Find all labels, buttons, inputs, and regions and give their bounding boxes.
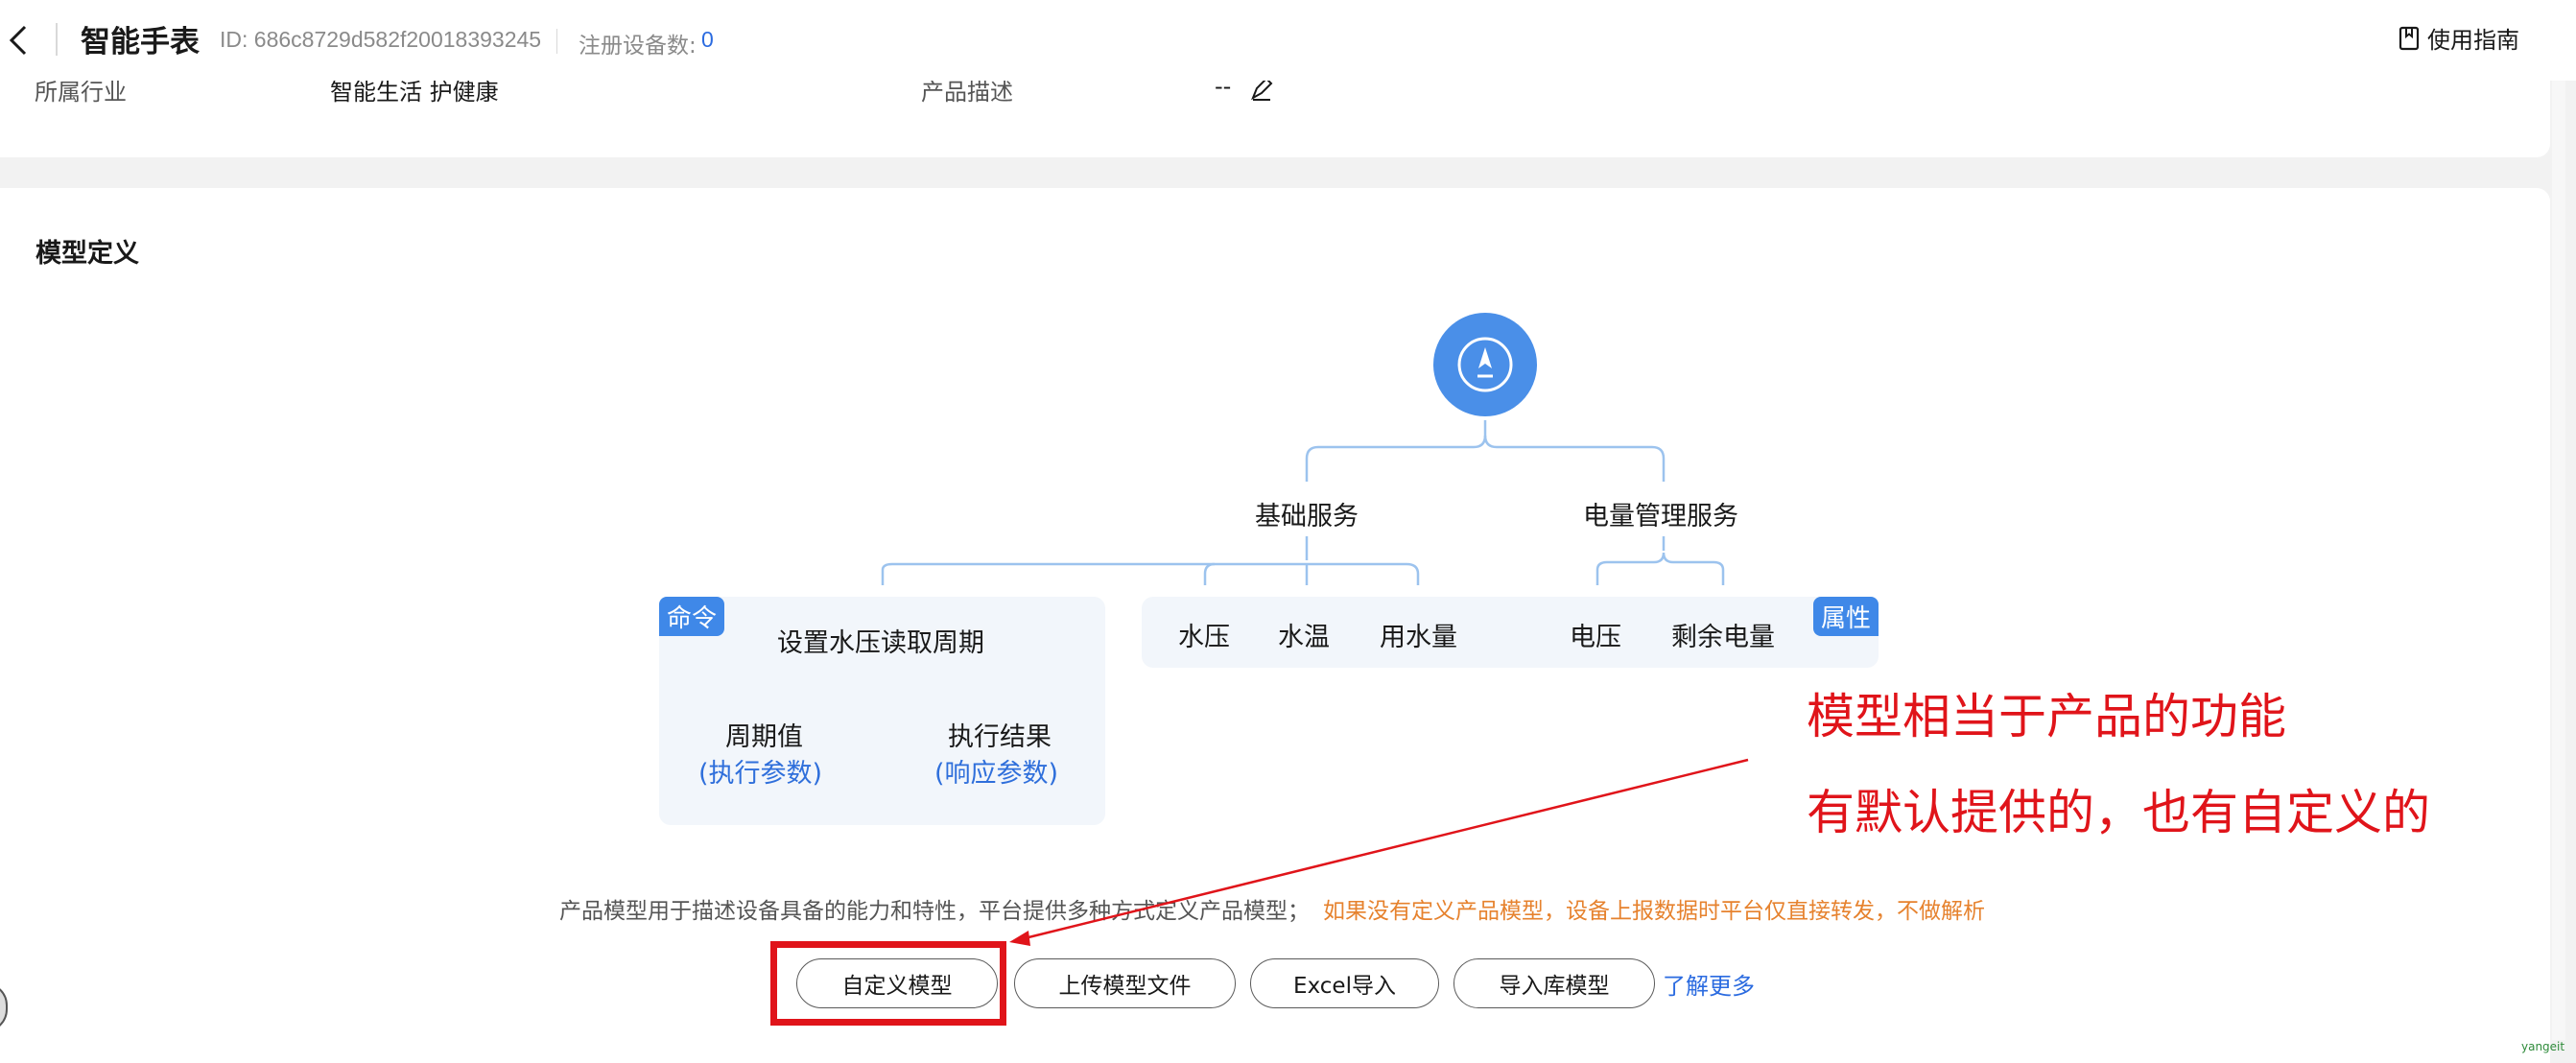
scrollbar[interactable] (2552, 81, 2565, 1040)
annotation-text-2: 有默认提供的，也有自定义的 (1807, 785, 2430, 840)
annotation-text-1: 模型相当于产品的功能 (1807, 689, 2286, 744)
watermark: yangeit (2521, 1040, 2565, 1053)
annotation-arrow (1009, 758, 1749, 946)
